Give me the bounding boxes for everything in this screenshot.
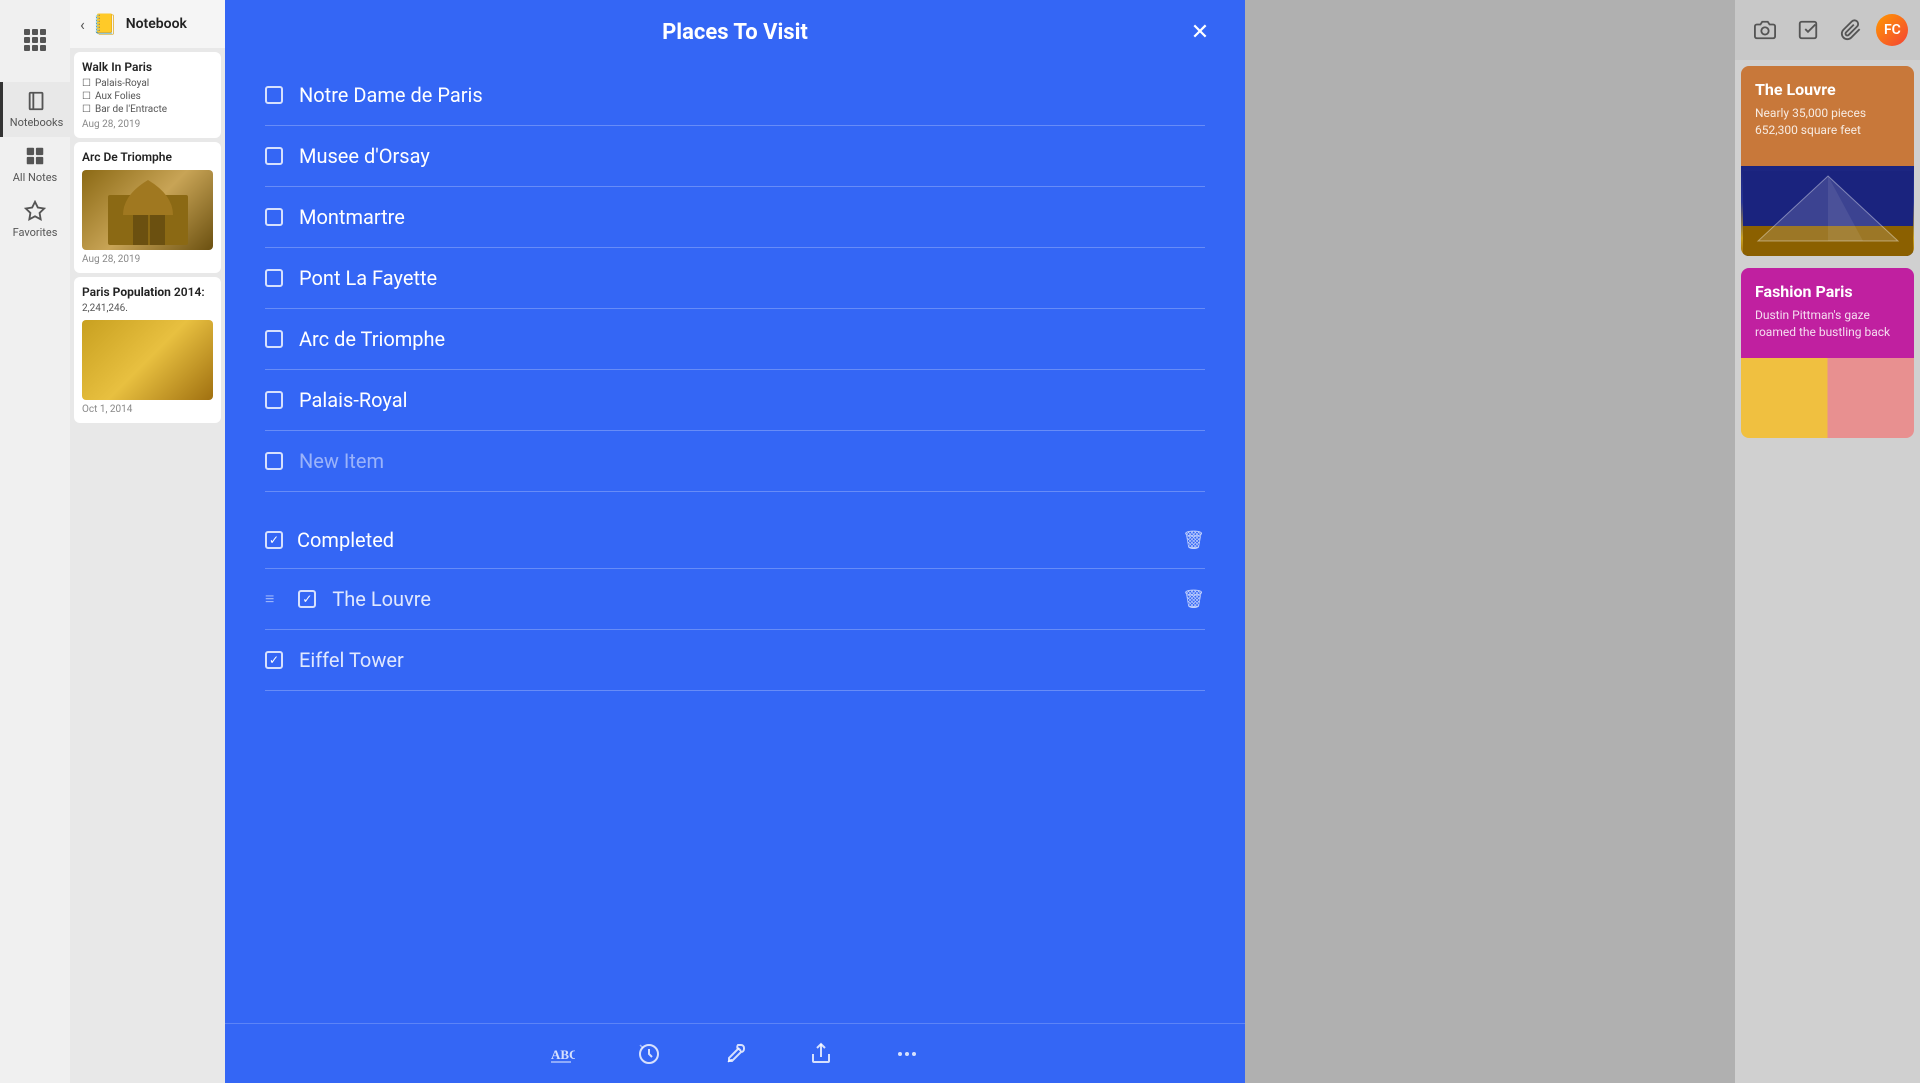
sidebar-item-favorites[interactable]: Favorites bbox=[0, 192, 70, 247]
sidebar-notebooks-label: Notebooks bbox=[10, 116, 64, 129]
note-title: Walk In Paris bbox=[82, 60, 213, 74]
avatar[interactable]: FC bbox=[1876, 14, 1908, 46]
fashion-right-card[interactable]: Fashion Paris Dustin Pittman's gaze roam… bbox=[1741, 268, 1914, 438]
checklist-item-pont[interactable]: Pont La Fayette bbox=[265, 248, 1205, 309]
middle-header: ‹ 📒 Notebook bbox=[70, 0, 225, 48]
note-date: Aug 28, 2019 bbox=[82, 119, 213, 130]
note-item-2: ☐ Aux Folies bbox=[82, 91, 213, 102]
right-panel: FC The Louvre Nearly 35,000 pieces 652,3… bbox=[1735, 0, 1920, 1083]
completed-header: Completed 🗑 bbox=[265, 512, 1205, 569]
sidebar-favorites-label: Favorites bbox=[13, 226, 58, 239]
modal-header: Places To Visit ✕ bbox=[225, 0, 1245, 65]
modal-toolbar: ABC bbox=[225, 1023, 1245, 1083]
checkbox-pont[interactable] bbox=[265, 269, 283, 287]
attachment-button[interactable] bbox=[1833, 12, 1869, 48]
checklist-item-arc[interactable]: Arc de Triomphe bbox=[265, 309, 1205, 370]
note-date: Oct 1, 2014 bbox=[82, 404, 213, 415]
more-button[interactable] bbox=[889, 1036, 925, 1072]
checklist-label-notre-dame: Notre Dame de Paris bbox=[299, 83, 483, 107]
completed-label-eiffel: Eiffel Tower bbox=[299, 648, 404, 672]
note-title: Arc De Triomphe bbox=[82, 150, 213, 164]
camera-button[interactable] bbox=[1747, 12, 1783, 48]
completed-header-left: Completed bbox=[265, 528, 394, 552]
draw-button[interactable] bbox=[717, 1036, 753, 1072]
svg-text:ABC: ABC bbox=[551, 1047, 575, 1062]
checklist-item-montmartre[interactable]: Montmartre bbox=[265, 187, 1205, 248]
checkbox-arc[interactable] bbox=[265, 330, 283, 348]
new-item-row[interactable]: New Item bbox=[265, 431, 1205, 492]
paris-image bbox=[82, 320, 213, 400]
note-desc: 2,241,246. bbox=[82, 303, 213, 314]
note-date: Aug 28, 2019 bbox=[82, 254, 213, 265]
fashion-title: Fashion Paris bbox=[1755, 282, 1900, 301]
note-title: Paris Population 2014: bbox=[82, 285, 213, 299]
completed-item-louvre[interactable]: ≡ The Louvre 🗑 bbox=[265, 569, 1205, 630]
louvre-card-header: The Louvre Nearly 35,000 pieces 652,300 … bbox=[1741, 66, 1914, 166]
sidebar-item-notebooks[interactable]: Notebooks bbox=[0, 82, 70, 137]
checklist-item-musee[interactable]: Musee d'Orsay bbox=[265, 126, 1205, 187]
close-button[interactable]: ✕ bbox=[1185, 18, 1215, 48]
note-item-1: ☐ Palais-Royal bbox=[82, 78, 213, 89]
checklist-item-palais[interactable]: Palais-Royal bbox=[265, 370, 1205, 431]
sidebar-allnotes-label: All Notes bbox=[13, 171, 57, 184]
trash-icon-louvre[interactable]: 🗑 bbox=[1182, 589, 1205, 610]
checklist-label-pont: Pont La Fayette bbox=[299, 266, 437, 290]
louvre-image bbox=[1741, 166, 1914, 256]
checkbox-button[interactable] bbox=[1790, 12, 1826, 48]
checkbox-eiffel[interactable] bbox=[265, 651, 283, 669]
completed-section: Completed 🗑 ≡ The Louvre 🗑 Eiffel Tower bbox=[225, 492, 1245, 691]
louvre-title: The Louvre bbox=[1755, 80, 1900, 99]
sidebar-item-allnotes[interactable]: All Notes bbox=[0, 137, 70, 192]
completed-checkbox[interactable] bbox=[265, 531, 283, 549]
sidebar: Notebooks All Notes Favorites bbox=[0, 0, 70, 1083]
middle-panel: ‹ 📒 Notebook Walk In Paris ☐ Palais-Roya… bbox=[70, 0, 225, 1083]
checklist-label-montmartre: Montmartre bbox=[299, 205, 405, 229]
clock-button[interactable] bbox=[631, 1036, 667, 1072]
checkbox-new bbox=[265, 452, 283, 470]
fashion-desc: Dustin Pittman's gaze roamed the bustlin… bbox=[1755, 307, 1900, 341]
right-toolbar: FC bbox=[1735, 0, 1920, 60]
checklist-label-musee: Musee d'Orsay bbox=[299, 144, 430, 168]
trash-icon[interactable]: 🗑 bbox=[1182, 530, 1205, 551]
apps-grid-icon[interactable] bbox=[13, 18, 57, 62]
louvre-right-card[interactable]: The Louvre Nearly 35,000 pieces 652,300 … bbox=[1741, 66, 1914, 256]
louvre-desc: Nearly 35,000 pieces 652,300 square feet bbox=[1755, 105, 1900, 139]
places-to-visit-modal: Places To Visit ✕ Notre Dame de Paris Mu… bbox=[225, 0, 1245, 1083]
completed-label-louvre: The Louvre bbox=[332, 587, 431, 611]
note-item-3: ☐ Bar de l'Entracte bbox=[82, 104, 213, 115]
note-card-walk-paris[interactable]: Walk In Paris ☐ Palais-Royal ☐ Aux Folie… bbox=[74, 52, 221, 138]
drag-handle-louvre: ≡ bbox=[265, 589, 274, 609]
checklist-label-arc: Arc de Triomphe bbox=[299, 327, 445, 351]
note-card-arc[interactable]: Arc De Triomphe Aug 28, 2019 bbox=[74, 142, 221, 273]
completed-title: Completed bbox=[297, 528, 394, 552]
arc-image bbox=[82, 170, 213, 250]
checkbox-louvre[interactable] bbox=[298, 590, 316, 608]
fashion-card-header: Fashion Paris Dustin Pittman's gaze roam… bbox=[1741, 268, 1914, 358]
share-button[interactable] bbox=[803, 1036, 839, 1072]
back-button[interactable]: ‹ bbox=[80, 15, 85, 34]
spellcheck-button[interactable]: ABC bbox=[545, 1036, 581, 1072]
checkbox-montmartre[interactable] bbox=[265, 208, 283, 226]
new-item-placeholder[interactable]: New Item bbox=[299, 449, 384, 473]
completed-item-eiffel[interactable]: Eiffel Tower bbox=[265, 630, 1205, 691]
checklist-item-notre-dame[interactable]: Notre Dame de Paris bbox=[265, 65, 1205, 126]
checklist-label-palais: Palais-Royal bbox=[299, 388, 408, 412]
checkbox-musee[interactable] bbox=[265, 147, 283, 165]
checkbox-notre-dame[interactable] bbox=[265, 86, 283, 104]
checkbox-palais[interactable] bbox=[265, 391, 283, 409]
notebook-title: Notebook bbox=[126, 16, 187, 32]
fashion-image bbox=[1741, 358, 1914, 438]
modal-title: Places To Visit bbox=[662, 20, 808, 45]
checklist-container: Notre Dame de Paris Musee d'Orsay Montma… bbox=[225, 65, 1245, 492]
note-card-paris-pop[interactable]: Paris Population 2014: 2,241,246. Oct 1,… bbox=[74, 277, 221, 423]
